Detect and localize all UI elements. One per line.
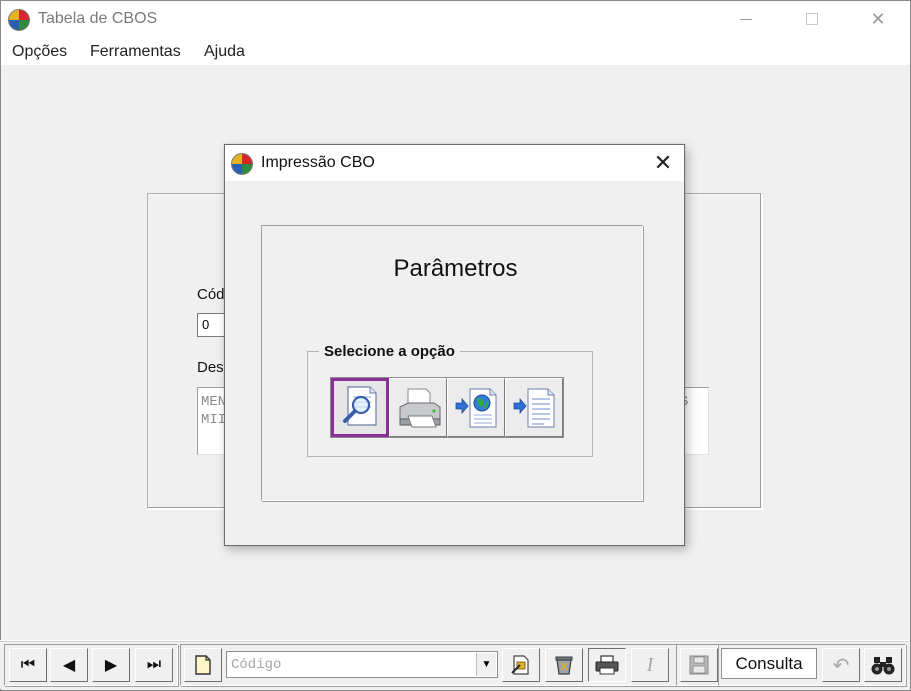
next-icon: ▶: [104, 657, 118, 674]
code-search-combo[interactable]: ▼: [226, 651, 498, 678]
binoculars-icon: [871, 657, 895, 675]
option-group-label: Selecione a opção: [319, 343, 460, 360]
printer-icon: [595, 655, 619, 675]
parameters-heading: Parâmetros: [393, 255, 518, 282]
export-html-icon: [455, 388, 497, 428]
code-label: Cód: [197, 286, 225, 303]
close-button[interactable]: ✕: [855, 1, 901, 37]
menu-ajuda[interactable]: Ajuda: [204, 43, 245, 61]
preview-icon: [343, 386, 377, 426]
app-logo-icon: [231, 153, 253, 175]
find-button[interactable]: [864, 648, 902, 682]
print-button[interactable]: [389, 378, 447, 437]
minimize-icon: [740, 18, 752, 20]
undo-button[interactable]: ↶: [822, 648, 860, 682]
export-text-icon: [513, 388, 555, 428]
close-icon: ✕: [870, 8, 886, 29]
delete-record-button[interactable]: [545, 648, 583, 682]
last-record-button[interactable]: ⏭: [135, 648, 173, 682]
save-button[interactable]: [680, 648, 718, 682]
close-icon: ✕: [653, 150, 673, 175]
menu-opcoes[interactable]: Opções: [12, 43, 67, 61]
edit-record-button[interactable]: [502, 648, 540, 682]
undo-icon: ↶: [832, 654, 850, 677]
italic-button[interactable]: I: [631, 648, 669, 682]
last-icon: ⏭: [146, 656, 162, 673]
minimize-button[interactable]: [723, 1, 769, 37]
previous-record-button[interactable]: ◀: [50, 648, 88, 682]
print-dialog: Impressão CBO ✕ Parâmetros Selecione a o…: [224, 144, 685, 546]
first-record-button[interactable]: ⏮: [9, 648, 47, 682]
export-html-button[interactable]: [447, 378, 505, 437]
print-toolbar-button[interactable]: [588, 648, 626, 682]
preview-button[interactable]: [331, 378, 389, 437]
title-bar: Tabela de CBOS ✕: [1, 1, 910, 37]
menu-ferramentas[interactable]: Ferramentas: [90, 43, 181, 61]
previous-icon: ◀: [62, 657, 76, 674]
output-options: [330, 377, 564, 438]
maximize-button[interactable]: [789, 1, 835, 37]
dialog-title-bar: Impressão CBO ✕: [225, 145, 684, 181]
new-record-button[interactable]: [184, 648, 222, 682]
window-title: Tabela de CBOS: [38, 10, 158, 27]
export-text-button[interactable]: [505, 378, 563, 437]
description-label: Des: [197, 359, 224, 376]
next-record-button[interactable]: ▶: [92, 648, 130, 682]
new-document-icon: [195, 655, 211, 675]
code-field[interactable]: 0: [197, 313, 227, 337]
code-search-input[interactable]: [231, 655, 471, 675]
maximize-icon: [806, 13, 818, 25]
trash-icon: [555, 656, 573, 675]
dialog-close-button[interactable]: ✕: [643, 148, 683, 178]
mode-indicator: Consulta: [721, 648, 817, 679]
printer-icon: [399, 388, 441, 428]
app-logo-icon: [8, 9, 30, 31]
italic-icon: I: [646, 653, 654, 676]
dialog-title: Impressão CBO: [261, 154, 375, 171]
edit-document-icon: [511, 655, 529, 675]
chevron-down-icon[interactable]: ▼: [476, 653, 496, 676]
first-icon: ⏮: [20, 656, 36, 673]
menu-bar: Opções Ferramentas Ajuda: [1, 37, 910, 65]
save-icon: [689, 655, 709, 675]
